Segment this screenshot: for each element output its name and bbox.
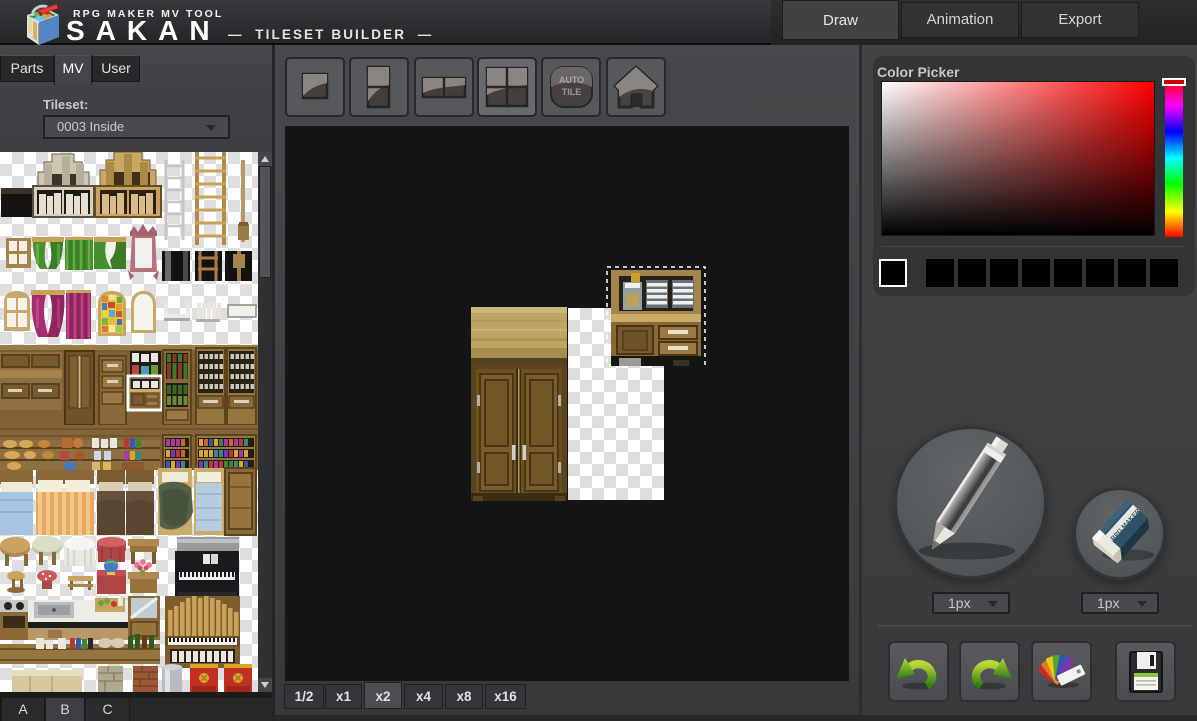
svg-text:TILE: TILE	[562, 87, 582, 97]
svg-text:AUTO: AUTO	[559, 75, 584, 85]
